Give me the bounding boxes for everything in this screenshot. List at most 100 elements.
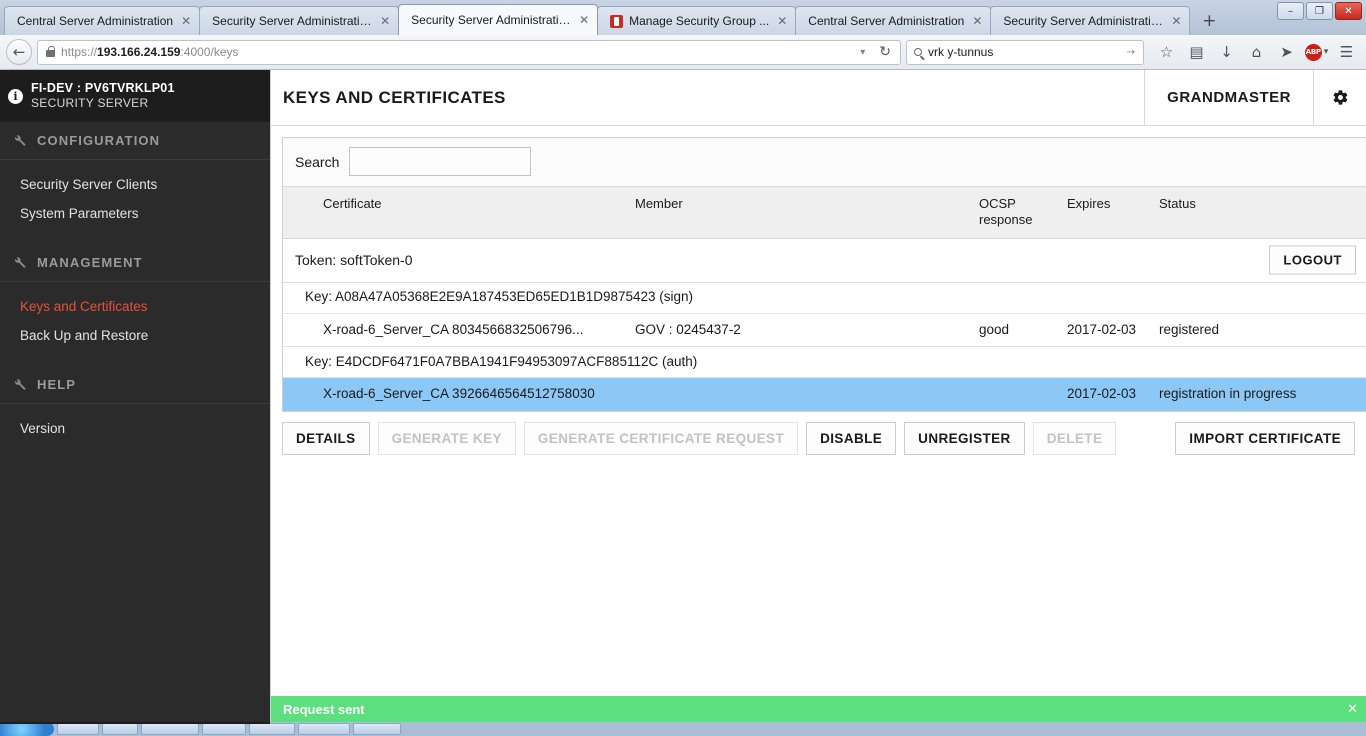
keys-panel: Search Certificate Member OCSP response …: [282, 137, 1366, 412]
sidebar-section-configuration: CONFIGURATION: [0, 122, 270, 160]
taskbar-item[interactable]: [353, 723, 401, 735]
certificate-row[interactable]: X-road-6_Server_CA 3926646564512758030 20…: [283, 377, 1366, 411]
certificate-row[interactable]: X-road-6_Server_CA 8034566832506796... GO…: [283, 313, 1366, 347]
unregister-button[interactable]: UNREGISTER: [904, 421, 1025, 455]
maximize-button[interactable]: ❐: [1306, 2, 1333, 20]
url-text: https://193.166.24.159:4000/keys: [61, 45, 239, 59]
browser-tab[interactable]: Security Server Administration ✕: [990, 6, 1191, 35]
bookmark-star-icon[interactable]: ☆: [1153, 39, 1180, 65]
browser-search-value: vrk y-tunnus: [928, 45, 994, 59]
cell-member: GOV : 0245437-2: [631, 313, 975, 347]
token-cell: Token: softToken-0 LOGOUT: [283, 238, 1366, 283]
generate-key-button: GENERATE KEY: [377, 421, 516, 455]
home-icon[interactable]: ⌂: [1243, 39, 1270, 65]
lock-icon: [46, 46, 55, 57]
sidebar-item-version[interactable]: Version: [0, 414, 270, 443]
start-button[interactable]: [0, 722, 54, 736]
close-icon[interactable]: ✕: [777, 15, 787, 27]
sidebar-item-security-server-clients[interactable]: Security Server Clients: [0, 170, 270, 199]
browser-tab[interactable]: Manage Security Group ... ✕: [597, 6, 797, 35]
column-header-status[interactable]: Status: [1155, 187, 1366, 239]
taskbar-item[interactable]: [57, 723, 99, 735]
status-message: Request sent: [283, 701, 365, 717]
sidebar: i FI-DEV : PV6TVRKLP01 SECURITY SERVER C…: [0, 70, 270, 722]
close-window-button[interactable]: ✕: [1335, 2, 1362, 20]
downloads-icon[interactable]: ↓: [1213, 39, 1240, 65]
table-body: Token: softToken-0 LOGOUT Key: A08A47A0536…: [283, 238, 1366, 411]
sidebar-item-back-up-and-restore[interactable]: Back Up and Restore: [0, 321, 270, 350]
token-label: Token: softToken-0: [295, 251, 413, 268]
info-icon[interactable]: i: [8, 88, 23, 104]
sidebar-server-header: i FI-DEV : PV6TVRKLP01 SECURITY SERVER: [0, 70, 270, 122]
pocket-icon[interactable]: ➤: [1273, 39, 1300, 65]
token-row[interactable]: Token: softToken-0 LOGOUT: [283, 238, 1366, 283]
gear-icon: [1333, 90, 1347, 105]
chevron-down-icon[interactable]: ▾: [857, 47, 868, 58]
sidebar-item-system-parameters[interactable]: System Parameters: [0, 199, 270, 228]
import-certificate-button[interactable]: IMPORT CERTIFICATE: [1175, 421, 1355, 455]
reload-icon[interactable]: ↻: [874, 44, 896, 60]
search-input[interactable]: [349, 147, 532, 176]
taskbar-item[interactable]: [141, 723, 199, 735]
adblock-badge: ABP: [1304, 43, 1322, 61]
details-button[interactable]: DETAILS: [282, 421, 370, 455]
tab-favicon-icon: [610, 14, 624, 28]
close-icon[interactable]: ✕: [380, 15, 390, 27]
reader-list-icon[interactable]: ▤: [1183, 39, 1210, 65]
key-row[interactable]: Key: E4DCDF6471F0A7BBA1941F94953097ACF88…: [283, 346, 1366, 378]
key-row[interactable]: Key: A08A47A05368E2E9A187453ED65ED1B1D98…: [283, 282, 1366, 314]
current-user: GRANDMASTER: [1144, 69, 1313, 126]
adblock-icon[interactable]: ABP ▾: [1303, 39, 1330, 65]
new-tab-button[interactable]: +: [1195, 7, 1223, 34]
taskbar-item[interactable]: [102, 723, 138, 735]
wrench-icon: [15, 257, 26, 268]
back-button[interactable]: ←: [6, 39, 32, 65]
tab-title: Manage Security Group ...: [629, 14, 770, 28]
browser-tab[interactable]: Security Server Administration ✕: [398, 4, 599, 35]
column-header-certificate[interactable]: Certificate: [283, 187, 631, 239]
taskbar-item[interactable]: [298, 723, 350, 735]
tab-strip: Central Server Administration ✕ Security S…: [0, 0, 1366, 35]
close-icon[interactable]: ✕: [579, 14, 589, 26]
cell-expires: 2017-02-03: [1063, 313, 1155, 347]
disable-button[interactable]: DISABLE: [806, 421, 897, 455]
close-icon[interactable]: ✕: [972, 15, 982, 27]
close-icon[interactable]: ✕: [1347, 702, 1358, 717]
browser-tab[interactable]: Central Server Administration ✕: [795, 6, 992, 35]
browser-search-box[interactable]: vrk y-tunnus →: [906, 39, 1144, 65]
tab-title: Security Server Administration: [1003, 14, 1164, 28]
action-button-bar: DETAILS GENERATE KEY GENERATE CERTIFICATE …: [271, 412, 1366, 465]
column-header-member[interactable]: Member: [631, 187, 975, 239]
taskbar-item[interactable]: [202, 723, 246, 735]
chevron-down-icon[interactable]: ▾: [1324, 47, 1329, 57]
status-notification-bar: Request sent ✕: [271, 696, 1366, 722]
browser-tab[interactable]: Central Server Administration ✕: [4, 6, 201, 35]
toolbar-icons: ☆ ▤ ↓ ⌂ ➤ ABP ▾ ☰: [1149, 39, 1360, 65]
close-icon[interactable]: ✕: [1171, 15, 1181, 27]
sidebar-server-id: FI-DEV : PV6TVRKLP01: [31, 81, 175, 96]
sidebar-section-label: HELP: [37, 377, 77, 392]
column-header-ocsp-response[interactable]: OCSP response: [975, 187, 1063, 239]
sidebar-section-label: MANAGEMENT: [37, 255, 143, 270]
sidebar-list: Security Server Clients System Parameters: [0, 160, 270, 244]
taskbar-item[interactable]: [249, 723, 295, 735]
sidebar-item-keys-and-certificates[interactable]: Keys and Certificates: [0, 292, 270, 321]
browser-tab[interactable]: Security Server Administration ✕: [199, 6, 400, 35]
tab-title: Security Server Administration: [212, 14, 373, 28]
address-bar[interactable]: https://193.166.24.159:4000/keys ▾ ↻: [37, 39, 901, 65]
settings-button[interactable]: [1313, 69, 1366, 126]
column-header-expires[interactable]: Expires: [1063, 187, 1155, 239]
search-label: Search: [295, 153, 340, 170]
application-area: i FI-DEV : PV6TVRKLP01 SECURITY SERVER C…: [0, 69, 1366, 722]
key-label: Key: A08A47A05368E2E9A187453ED65ED1B1D98…: [283, 282, 1366, 314]
logout-button[interactable]: LOGOUT: [1269, 245, 1356, 275]
close-icon[interactable]: ✕: [181, 15, 191, 27]
minimize-button[interactable]: –: [1277, 2, 1304, 20]
sidebar-list: Keys and Certificates Back Up and Restore: [0, 282, 270, 366]
search-go-icon[interactable]: →: [1124, 47, 1138, 58]
tab-title: Central Server Administration: [808, 14, 965, 28]
search-icon: [914, 48, 922, 56]
menu-icon[interactable]: ☰: [1333, 39, 1360, 65]
tab-title: Central Server Administration: [17, 14, 174, 28]
cell-certificate: X-road-6_Server_CA 8034566832506796...: [283, 313, 631, 347]
